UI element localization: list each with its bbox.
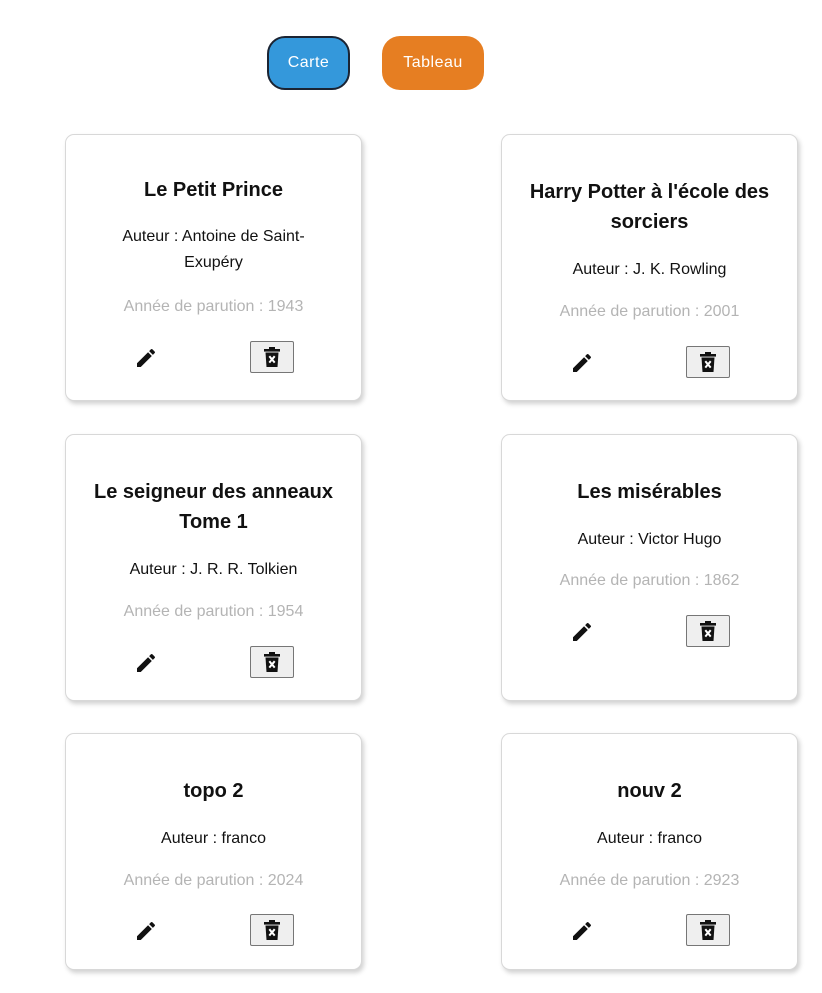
delete-button[interactable] [250,341,294,373]
delete-button[interactable] [686,346,730,378]
delete-button[interactable] [250,646,294,678]
book-title: Les misérables [577,481,722,503]
book-card: Le seigneur des anneaux Tome 1 Auteur : … [65,434,362,701]
card-actions [66,646,361,680]
book-title: Le seigneur des anneaux Tome 1 [94,481,333,533]
book-year: Année de parution : 1943 [123,298,304,315]
book-year: Année de parution : 1862 [559,572,740,589]
book-author: Auteur : J. K. Rowling [572,261,727,278]
delete-button[interactable] [686,615,730,647]
book-title: Harry Potter à l'école des sorciers [529,181,770,233]
edit-icon[interactable] [570,620,594,644]
trash-icon [700,920,716,940]
book-author: Auteur : Victor Hugo [577,531,722,548]
book-author: Auteur : Antoine de Saint-Exupéry [122,228,305,271]
book-year: Année de parution : 1954 [123,603,304,620]
carte-button[interactable]: Carte [267,36,350,90]
book-card: nouv 2 Auteur : franco Année de parution… [501,733,798,970]
card-actions [502,914,797,948]
view-toggle: Carte Tableau [267,36,484,90]
trash-icon [700,352,716,372]
card-actions [502,615,797,649]
trash-icon [700,621,716,641]
book-title: nouv 2 [617,780,682,802]
book-year: Année de parution : 2923 [559,872,740,889]
book-card: Le Petit Prince Auteur : Antoine de Sain… [65,134,362,401]
book-card: Harry Potter à l'école des sorciers Aute… [501,134,798,401]
edit-icon[interactable] [134,919,158,943]
book-author: Auteur : franco [597,830,702,847]
edit-icon[interactable] [570,351,594,375]
book-year: Année de parution : 2001 [559,303,740,320]
delete-button[interactable] [686,914,730,946]
book-title: Le Petit Prince [144,179,283,201]
card-actions [66,341,361,375]
card-actions [66,914,361,948]
trash-icon [264,652,280,672]
edit-icon[interactable] [570,919,594,943]
book-card: topo 2 Auteur : franco Année de parution… [65,733,362,970]
tableau-button[interactable]: Tableau [382,36,484,90]
book-author: Auteur : J. R. R. Tolkien [129,561,298,578]
book-year: Année de parution : 2024 [123,872,304,889]
trash-icon [264,920,280,940]
book-title: topo 2 [183,780,244,802]
edit-icon[interactable] [134,651,158,675]
book-card: Les misérables Auteur : Victor Hugo Anné… [501,434,798,701]
delete-button[interactable] [250,914,294,946]
book-author: Auteur : franco [161,830,266,847]
card-actions [502,346,797,380]
book-grid: Le Petit Prince Auteur : Antoine de Sain… [65,134,798,970]
trash-icon [264,347,280,367]
edit-icon[interactable] [134,346,158,370]
